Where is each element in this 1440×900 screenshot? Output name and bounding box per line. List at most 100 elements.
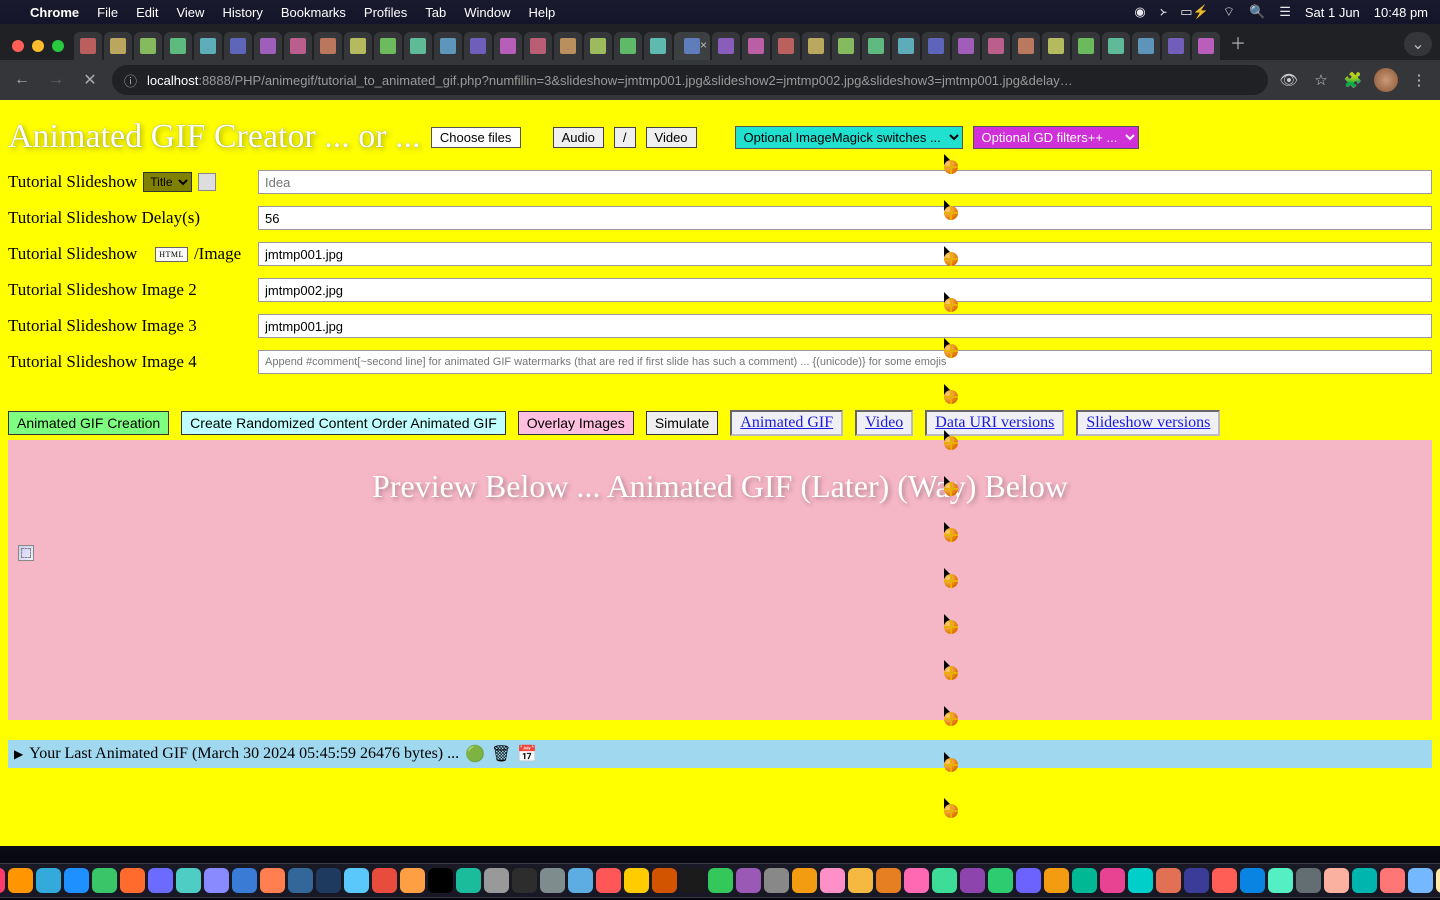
dock-app[interactable] — [1436, 868, 1440, 893]
dock-app[interactable] — [232, 868, 257, 893]
audio-button[interactable]: Audio — [553, 127, 604, 148]
dock-app[interactable] — [204, 868, 229, 893]
chrome-tab[interactable] — [982, 32, 1010, 60]
chrome-tab[interactable] — [434, 32, 462, 60]
video-button[interactable]: Video — [646, 127, 697, 148]
dock-app[interactable] — [596, 868, 621, 893]
dock-app[interactable] — [1268, 868, 1293, 893]
chrome-tab[interactable] — [772, 32, 800, 60]
link-slideshow-versions[interactable]: Slideshow versions — [1076, 410, 1220, 436]
dock-app[interactable] — [400, 868, 425, 893]
menu-profiles[interactable]: Profiles — [364, 5, 407, 20]
dock-app[interactable] — [764, 868, 789, 893]
dock-app[interactable] — [680, 868, 705, 893]
record-icon[interactable]: ◉ — [1134, 4, 1145, 20]
dock-app[interactable] — [288, 868, 313, 893]
extensions-icon[interactable]: 🧩 — [1342, 71, 1364, 89]
menubar-time[interactable]: 10:48 pm — [1374, 5, 1428, 20]
dock-app[interactable] — [1352, 868, 1377, 893]
dock-app[interactable] — [960, 868, 985, 893]
dock-app[interactable] — [64, 868, 89, 893]
dock-app[interactable] — [8, 868, 33, 893]
dock-app[interactable] — [92, 868, 117, 893]
delay-input[interactable] — [258, 206, 1432, 230]
create-gif-button[interactable]: Animated GIF Creation — [8, 411, 169, 435]
menu-tab[interactable]: Tab — [425, 5, 446, 20]
menu-file[interactable]: File — [97, 5, 118, 20]
dock-app[interactable] — [820, 868, 845, 893]
dock-app[interactable] — [1156, 868, 1181, 893]
randomized-gif-button[interactable]: Create Randomized Content Order Animated… — [181, 411, 506, 435]
chrome-menu-icon[interactable]: ⋮ — [1408, 71, 1430, 89]
chrome-tab[interactable] — [1042, 32, 1070, 60]
image1-input[interactable] — [258, 242, 1432, 266]
dock-app[interactable] — [120, 868, 145, 893]
menu-help[interactable]: Help — [529, 5, 556, 20]
profile-avatar[interactable] — [1374, 68, 1398, 92]
dock-app[interactable] — [316, 868, 341, 893]
menu-edit[interactable]: Edit — [136, 5, 158, 20]
dock-app[interactable] — [1044, 868, 1069, 893]
chrome-tab[interactable] — [314, 32, 342, 60]
chrome-tab[interactable] — [554, 32, 582, 60]
dock-app[interactable] — [428, 868, 453, 893]
dock-app[interactable] — [1016, 868, 1041, 893]
chrome-tab[interactable] — [644, 32, 672, 60]
chrome-tab[interactable] — [862, 32, 890, 60]
bookmark-star-icon[interactable]: ☆ — [1310, 71, 1332, 89]
menubar-date[interactable]: Sat 1 Jun — [1305, 5, 1360, 20]
chrome-tab[interactable] — [224, 32, 252, 60]
menu-history[interactable]: History — [222, 5, 262, 20]
disclosure-triangle-icon[interactable]: ▶ — [14, 747, 23, 762]
html-type-button[interactable]: HTML — [155, 247, 188, 262]
dock-app[interactable] — [260, 868, 285, 893]
chrome-tab[interactable]: × — [674, 32, 710, 60]
slideshow-title-input[interactable] — [258, 170, 1432, 194]
zoom-window[interactable] — [52, 40, 64, 52]
forward-button[interactable]: → — [44, 71, 68, 89]
menu-window[interactable]: Window — [464, 5, 510, 20]
dock-app[interactable] — [932, 868, 957, 893]
eye-off-icon[interactable]: 👁 — [1278, 71, 1300, 89]
dock-app[interactable] — [148, 868, 173, 893]
chrome-tab[interactable] — [832, 32, 860, 60]
dock-app[interactable] — [1324, 868, 1349, 893]
menu-bookmarks[interactable]: Bookmarks — [281, 5, 346, 20]
dock-app[interactable] — [736, 868, 761, 893]
dock-app[interactable] — [904, 868, 929, 893]
chrome-tab[interactable] — [1132, 32, 1160, 60]
chrome-tab[interactable] — [104, 32, 132, 60]
back-button[interactable]: ← — [10, 71, 34, 89]
chrome-tab[interactable] — [374, 32, 402, 60]
chrome-tab[interactable] — [404, 32, 432, 60]
chrome-tab[interactable] — [584, 32, 612, 60]
chrome-tab[interactable] — [1162, 32, 1190, 60]
chrome-tab[interactable] — [494, 32, 522, 60]
chrome-tab[interactable] — [134, 32, 162, 60]
image2-input[interactable] — [258, 278, 1432, 302]
dock-app[interactable] — [624, 868, 649, 893]
battery-icon[interactable]: ▭⚡ — [1180, 4, 1208, 20]
chrome-tab[interactable] — [892, 32, 920, 60]
chrome-tab[interactable] — [464, 32, 492, 60]
chrome-tab[interactable] — [524, 32, 552, 60]
dock-app[interactable] — [876, 868, 901, 893]
chrome-tab[interactable] — [74, 32, 102, 60]
dock-app[interactable] — [652, 868, 677, 893]
chrome-tab[interactable] — [284, 32, 312, 60]
dock-app[interactable] — [0, 868, 5, 893]
chrome-tab[interactable] — [164, 32, 192, 60]
chrome-tab[interactable] — [802, 32, 830, 60]
gd-filters-select[interactable]: Optional GD filters++ ... — [973, 126, 1139, 149]
title-mode-select[interactable]: Title — [143, 172, 192, 192]
chrome-tab[interactable] — [1072, 32, 1100, 60]
dock-app[interactable] — [1212, 868, 1237, 893]
chrome-tab[interactable] — [1192, 32, 1220, 60]
dock-app[interactable] — [1408, 868, 1433, 893]
image3-input[interactable] — [258, 314, 1432, 338]
chrome-tab[interactable] — [194, 32, 222, 60]
address-bar[interactable]: ⓘ localhost:8888/PHP/animegif/tutorial_t… — [112, 65, 1268, 95]
dock-app[interactable] — [512, 868, 537, 893]
bluetooth-icon[interactable]: ᚛ — [1160, 4, 1167, 20]
close-window[interactable] — [12, 40, 24, 52]
